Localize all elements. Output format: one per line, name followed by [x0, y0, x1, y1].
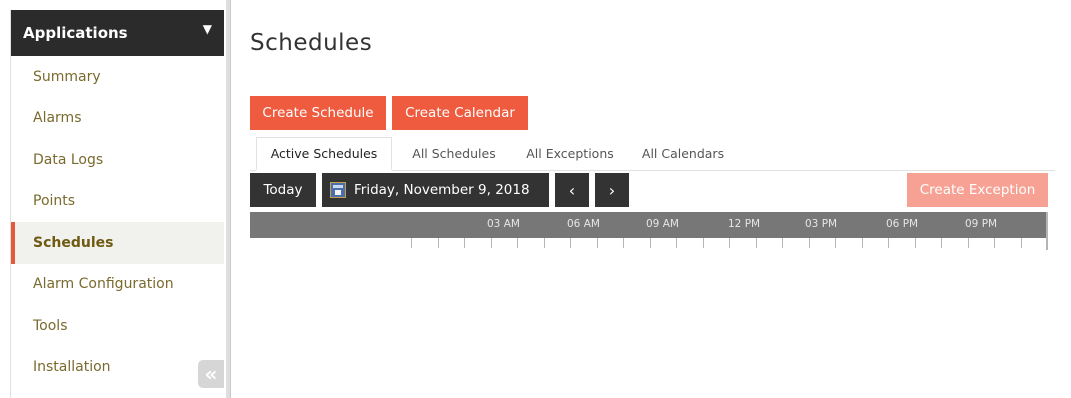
timeline-tick [967, 238, 969, 248]
tab-all-calendars[interactable]: All Calendars [633, 137, 733, 170]
date-picker-button[interactable]: Friday, November 9, 2018 [322, 173, 549, 207]
create-calendar-button[interactable]: Create Calendar [392, 96, 528, 130]
timeline-label: 06 PM [886, 218, 919, 230]
timeline-tick [835, 238, 836, 248]
timeline-label: 09 PM [965, 218, 998, 230]
sidebar-item-label: Alarms [33, 110, 82, 127]
timeline-tick [623, 238, 624, 248]
sidebar-item-label: Points [33, 193, 76, 210]
applications-menu-header[interactable]: Applications ▼ [11, 10, 224, 56]
schedule-tabs: Active Schedules All Schedules All Excep… [250, 137, 1055, 171]
timeline-tick [464, 238, 465, 248]
timeline-label: 06 AM [567, 218, 600, 230]
sidebar-item-schedules[interactable]: Schedules [11, 222, 224, 264]
current-date: Friday, November 9, 2018 [354, 182, 530, 198]
timeline-tick [543, 238, 545, 248]
tab-all-exceptions[interactable]: All Exceptions [516, 137, 624, 170]
timeline-label: 12 PM [728, 218, 761, 230]
timeline-tick [570, 238, 571, 248]
timeline-label: 09 AM [646, 218, 679, 230]
tab-active-schedules[interactable]: Active Schedules [256, 137, 392, 171]
timeline-header: 03 AM 06 AM 09 AM 12 PM 03 PM 06 PM 09 P… [250, 212, 1047, 238]
sidebar-item-data-logs[interactable]: Data Logs [11, 139, 224, 181]
page-title: Schedules [250, 30, 373, 56]
applications-title: Applications [23, 24, 128, 42]
timeline-tick [411, 238, 412, 248]
collapse-sidebar-icon[interactable]: « [198, 360, 224, 388]
timeline-tick [782, 238, 783, 248]
timeline-ticks [250, 238, 1050, 250]
sidebar-item-label: Data Logs [33, 151, 104, 168]
timeline-label: 03 PM [805, 218, 838, 230]
timeline-tick [1020, 238, 1022, 248]
timeline-tick [596, 238, 598, 248]
timeline-tick [729, 238, 730, 248]
timeline-tick [676, 238, 677, 248]
caret-down-icon[interactable]: ▼ [203, 22, 212, 36]
sidebar-item-alarm-configuration[interactable]: Alarm Configuration [11, 264, 224, 306]
sidebar-item-tools[interactable]: Tools [11, 305, 224, 347]
sidebar-item-label: Tools [33, 317, 68, 334]
today-button[interactable]: Today [250, 173, 316, 207]
timeline-tick [649, 238, 651, 248]
sidebar-item-label: Summary [33, 68, 101, 85]
sidebar-item-label: Schedules [33, 234, 114, 251]
timeline-end-marker [1046, 212, 1048, 250]
timeline-tick [808, 238, 810, 248]
sidebar-item-points[interactable]: Points [11, 181, 224, 223]
create-exception-button[interactable]: Create Exception [907, 173, 1048, 207]
next-day-button[interactable]: › [595, 173, 629, 207]
timeline-tick [490, 238, 492, 248]
sidebar-item-alarms[interactable]: Alarms [11, 98, 224, 140]
previous-day-button[interactable]: ‹ [555, 173, 589, 207]
timeline-tick [941, 238, 942, 248]
timeline-tick [437, 238, 439, 248]
timeline-tick [755, 238, 757, 248]
create-schedule-button[interactable]: Create Schedule [250, 96, 386, 130]
timeline-tick [517, 238, 518, 248]
timeline-tick [861, 238, 863, 248]
divider-line [230, 0, 231, 398]
sidebar-item-label: Alarm Configuration [33, 276, 174, 293]
sidebar-item-installation[interactable]: Installation [11, 347, 224, 389]
sidebar-item-summary[interactable]: Summary [11, 56, 224, 98]
calendar-icon [330, 182, 346, 198]
sidebar-item-label: Installation [33, 359, 111, 376]
sidebar: Applications ▼ Summary Alarms Data Logs … [10, 10, 224, 398]
tab-all-schedules[interactable]: All Schedules [400, 137, 508, 170]
timeline-label: 03 AM [487, 218, 520, 230]
timeline-tick [914, 238, 916, 248]
timeline-tick [888, 238, 889, 248]
timeline-tick [994, 238, 995, 248]
timeline-tick [702, 238, 704, 248]
